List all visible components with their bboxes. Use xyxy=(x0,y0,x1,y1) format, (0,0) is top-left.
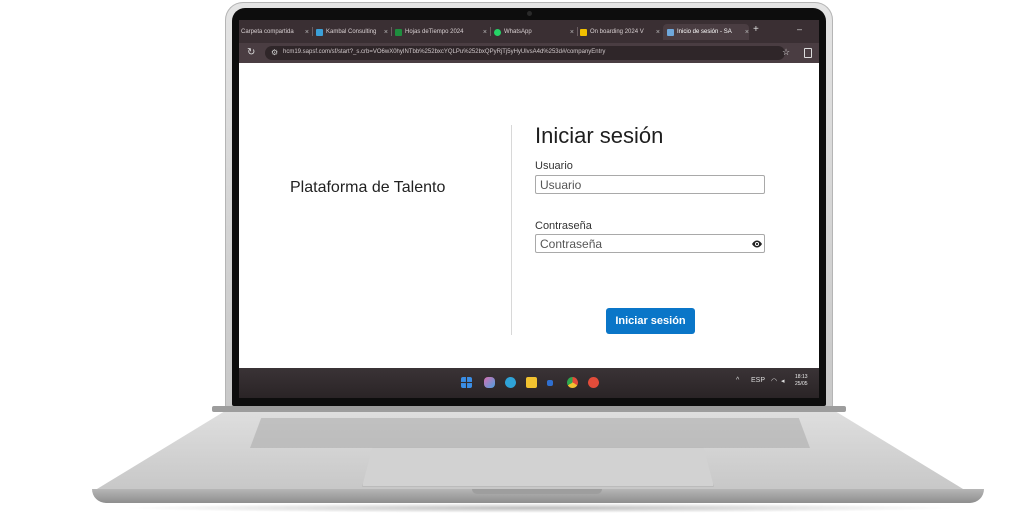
laptop-screen: Carpeta compartida × Kambal Consulting ×… xyxy=(239,20,819,398)
tab-close-icon[interactable]: × xyxy=(653,29,660,36)
login-page: Plataforma de Talento Iniciar sesión Usu… xyxy=(239,63,819,368)
password-input[interactable] xyxy=(535,234,765,253)
volume-icon[interactable]: ◂ xyxy=(781,377,785,385)
file-explorer-icon[interactable] xyxy=(526,377,537,388)
tab-close-icon[interactable]: × xyxy=(480,29,487,36)
app-red-icon[interactable] xyxy=(588,377,599,388)
tab-label: Hojas deTiempo 2024 xyxy=(405,29,464,35)
webcam xyxy=(527,11,532,16)
vertical-divider xyxy=(511,125,512,335)
tray-overflow-icon[interactable]: ^ xyxy=(736,377,739,384)
windows-start-icon[interactable] xyxy=(461,377,472,388)
tab-separator xyxy=(577,27,578,36)
copilot-icon[interactable] xyxy=(484,377,495,388)
site-info-icon[interactable]: ⚙ xyxy=(271,48,278,57)
clock-date: 25/05 xyxy=(795,381,808,387)
tab-separator xyxy=(312,27,313,36)
address-bar[interactable]: ⚙ hcm19.sapsf.com/sf/start?_s.crb=VO6wX0… xyxy=(265,46,785,60)
tab-close-icon[interactable]: × xyxy=(742,29,749,36)
tab-label: Carpeta compartida xyxy=(241,29,294,35)
login-button[interactable]: Iniciar sesión xyxy=(606,308,695,334)
tab-on-boarding[interactable]: On boarding 2024 V × xyxy=(580,24,660,40)
site-icon xyxy=(667,28,674,36)
tab-label: On boarding 2024 V xyxy=(590,29,644,35)
app-icon[interactable] xyxy=(547,380,553,386)
language-indicator[interactable]: ESP xyxy=(751,377,765,384)
clock-time: 18:13 xyxy=(795,374,808,380)
tab-hojas-de-tiempo[interactable]: Hojas deTiempo 2024 × xyxy=(395,24,487,40)
browser-tab-strip: Carpeta compartida × Kambal Consulting ×… xyxy=(239,20,819,43)
minimize-button[interactable]: – xyxy=(797,24,802,34)
show-password-eye-icon[interactable] xyxy=(751,238,763,250)
form-title: Iniciar sesión xyxy=(535,123,664,148)
reload-icon[interactable]: ↻ xyxy=(247,47,255,58)
site-icon xyxy=(316,28,323,36)
tab-close-icon[interactable]: × xyxy=(381,29,388,36)
tab-separator xyxy=(391,27,392,36)
sheets-icon xyxy=(395,28,402,36)
tab-separator xyxy=(490,27,491,36)
bookmark-star-icon[interactable]: ☆ xyxy=(782,47,790,58)
platform-title: Plataforma de Talento xyxy=(290,179,446,196)
tab-whatsapp[interactable]: WhatsApp × xyxy=(494,24,574,40)
tab-close-icon[interactable]: × xyxy=(567,29,574,36)
browser-toolbar: ↻ ⚙ hcm19.sapsf.com/sf/start?_s.crb=VO6w… xyxy=(239,43,819,63)
edge-icon[interactable] xyxy=(505,377,516,388)
taskbar-clock[interactable]: 18:13 25/05 xyxy=(795,374,808,388)
laptop-shadow xyxy=(120,503,960,513)
tab-close-icon[interactable]: × xyxy=(302,29,309,36)
new-tab-button[interactable]: + xyxy=(753,24,759,35)
laptop-keyboard xyxy=(250,418,810,448)
username-input[interactable] xyxy=(535,175,765,194)
chrome-icon[interactable] xyxy=(567,377,578,388)
password-label: Contraseña xyxy=(535,220,592,232)
windows-taskbar: ^ ESP ◠ ◂ 18:13 25/05 xyxy=(239,368,819,398)
laptop-hinge xyxy=(212,406,846,412)
tab-label: Inicio de sesión - SA xyxy=(677,29,732,35)
url-text[interactable]: hcm19.sapsf.com/sf/start?_s.crb=VO6wX0hy… xyxy=(283,49,605,55)
tab-carpeta-compartida[interactable]: Carpeta compartida × xyxy=(241,24,309,40)
side-panel-icon[interactable] xyxy=(804,48,812,58)
wifi-icon[interactable]: ◠ xyxy=(771,377,777,385)
folder-icon xyxy=(580,28,587,36)
username-label: Usuario xyxy=(535,160,573,172)
tab-kambal-consulting[interactable]: Kambal Consulting × xyxy=(316,24,388,40)
laptop-touchpad xyxy=(362,447,714,487)
laptop-open-notch xyxy=(472,489,602,494)
whatsapp-icon xyxy=(494,28,501,36)
tab-label: Kambal Consulting xyxy=(326,29,377,35)
tab-inicio-de-sesion[interactable]: Inicio de sesión - SA × xyxy=(663,24,749,40)
tab-label: WhatsApp xyxy=(504,29,532,35)
